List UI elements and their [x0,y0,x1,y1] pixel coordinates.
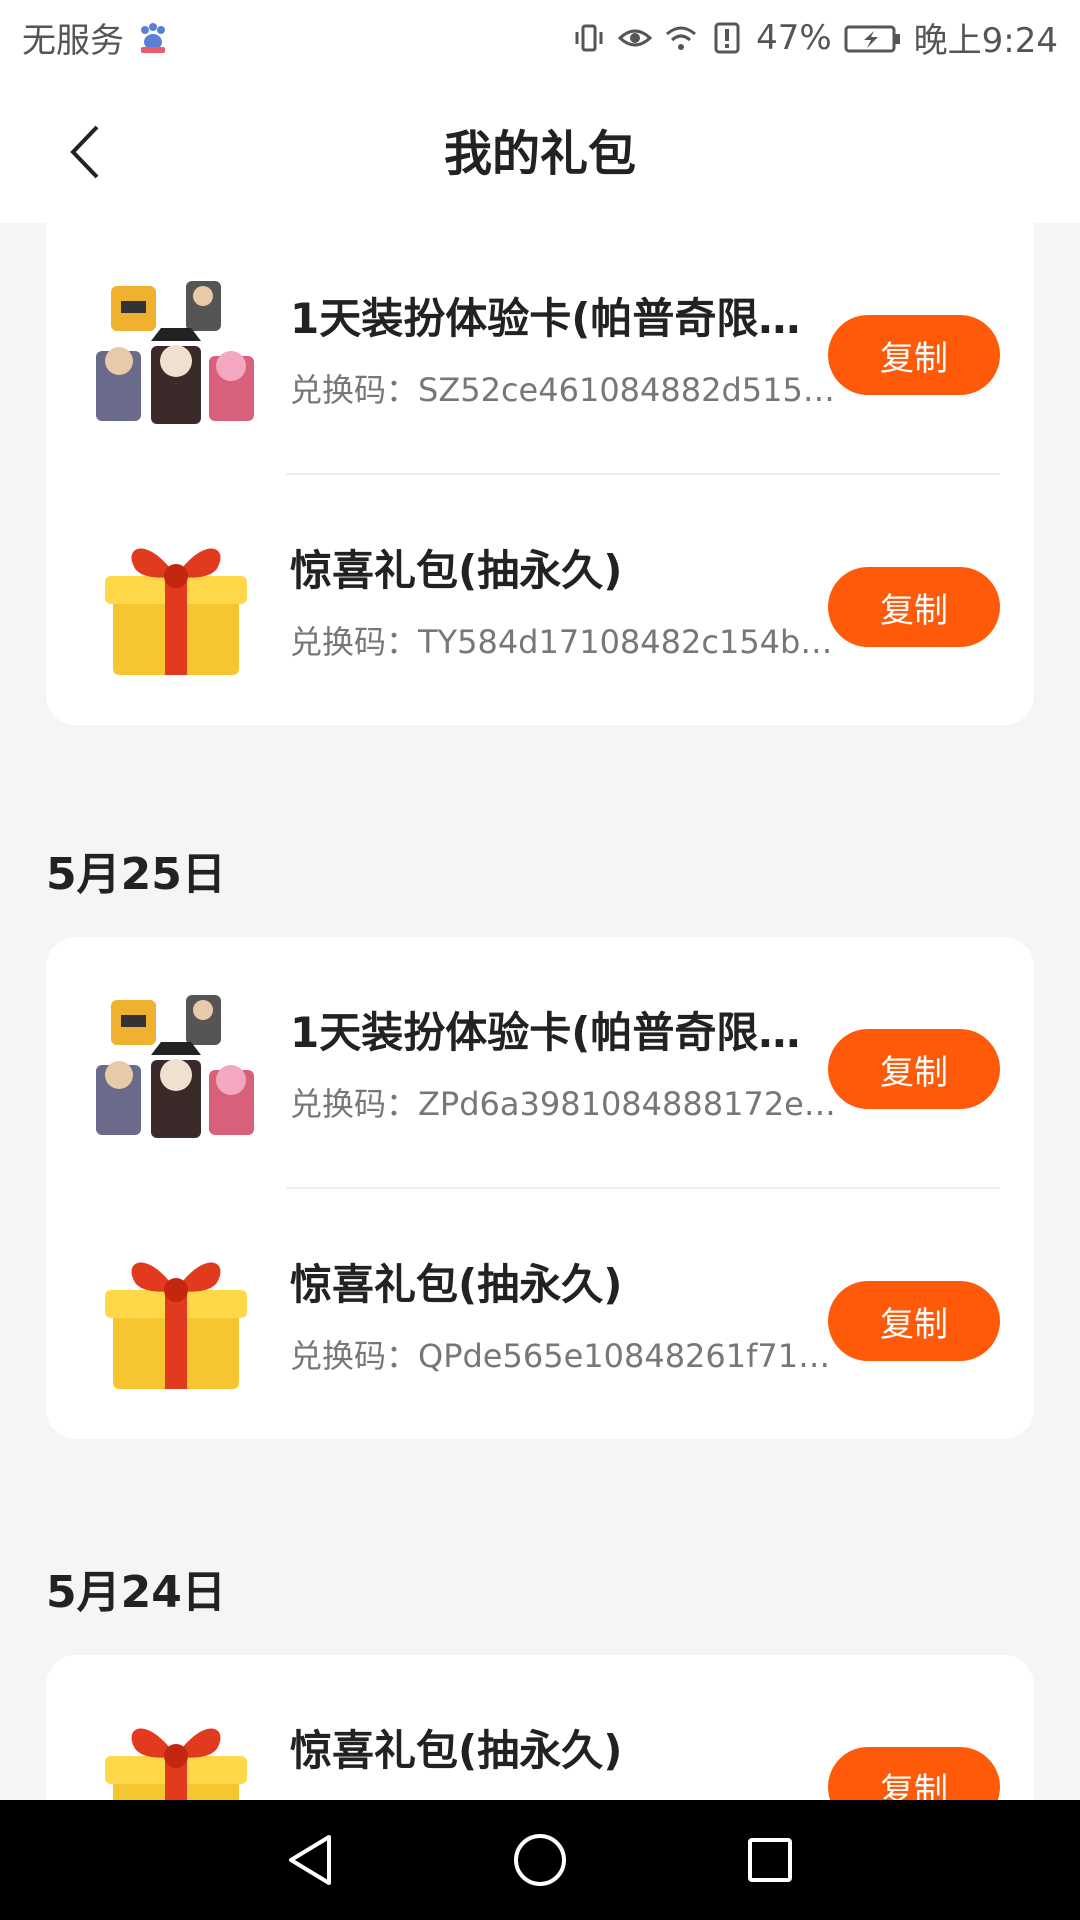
header-bar: 我的礼包 [0,75,1080,223]
circle-home-icon [514,1834,566,1886]
gift-row: 惊喜礼包(抽永久) 复制 [46,1655,1034,1800]
characters-icon [86,261,266,441]
redeem-code: 兑换码：SZ52ce461084882d515… [290,371,835,409]
date-heading: 5月25日 [46,849,226,900]
back-button[interactable] [50,117,120,187]
redeem-code: 兑换码：TY584d17108482c154b… [290,623,833,661]
eye-icon [617,21,653,55]
status-right: 47% 晚上9:24 [572,13,1058,62]
page-title: 我的礼包 [443,126,636,182]
gift-card: 1天装扮体验卡(帕普奇限… 兑换码：ZPd6a3981084888172e… 复… [46,937,1034,1439]
status-bar: 无服务 47% 晚上9:24 [0,0,1080,75]
copy-button[interactable]: 复制 [828,567,1000,647]
gift-title: 惊喜礼包(抽永久) [290,546,623,595]
triangle-back-icon [289,1835,331,1885]
vibrate-icon [572,21,606,55]
characters-icon [86,975,266,1155]
nav-recents-button[interactable] [740,1830,800,1890]
gift-title: 1天装扮体验卡(帕普奇限… [290,1008,801,1057]
copy-button[interactable]: 复制 [828,1029,1000,1109]
chevron-left-icon [70,125,99,179]
clock-time: 晚上9:24 [913,21,1058,61]
gift-row: 惊喜礼包(抽永久) 兑换码：TY584d17108482c154b… 复制 [46,475,1034,725]
gift-row: 惊喜礼包(抽永久) 兑换码：QPde565e10848261f71… 复制 [46,1189,1034,1439]
baidu-paw-icon [136,21,170,55]
redeem-code: 兑换码：ZPd6a3981084888172e… [290,1085,836,1123]
gift-title: 惊喜礼包(抽永久) [290,1726,623,1775]
gift-list[interactable]: 1天装扮体验卡(帕普奇限… 兑换码：SZ52ce461084882d515… 复… [0,223,1080,1800]
copy-button[interactable]: 复制 [828,1747,1000,1800]
battery-percent: 47% [756,17,832,58]
square-recents-icon [748,1838,792,1882]
gift-card: 1天装扮体验卡(帕普奇限… 兑换码：SZ52ce461084882d515… 复… [46,223,1034,725]
system-nav-bar [0,1800,1080,1920]
gift-row: 1天装扮体验卡(帕普奇限… 兑换码：ZPd6a3981084888172e… 复… [46,937,1034,1187]
date-heading: 5月24日 [46,1567,226,1618]
gift-box-icon [86,1227,266,1407]
status-left: 无服务 [22,13,170,62]
gift-card: 惊喜礼包(抽永久) 复制 [46,1655,1034,1800]
copy-button[interactable]: 复制 [828,1281,1000,1361]
alert-icon [710,21,744,55]
battery-charging-icon [844,23,902,53]
gift-box-icon [86,513,266,693]
carrier-text: 无服务 [22,21,124,61]
gift-title: 1天装扮体验卡(帕普奇限… [290,294,801,343]
gift-box-icon [86,1693,266,1800]
nav-home-button[interactable] [510,1830,570,1890]
redeem-code: 兑换码：QPde565e10848261f71… [290,1337,831,1375]
gift-row: 1天装扮体验卡(帕普奇限… 兑换码：SZ52ce461084882d515… 复… [46,223,1034,473]
nav-back-button[interactable] [280,1830,340,1890]
wifi-icon [664,21,698,55]
copy-button[interactable]: 复制 [828,315,1000,395]
gift-title: 惊喜礼包(抽永久) [290,1260,623,1309]
